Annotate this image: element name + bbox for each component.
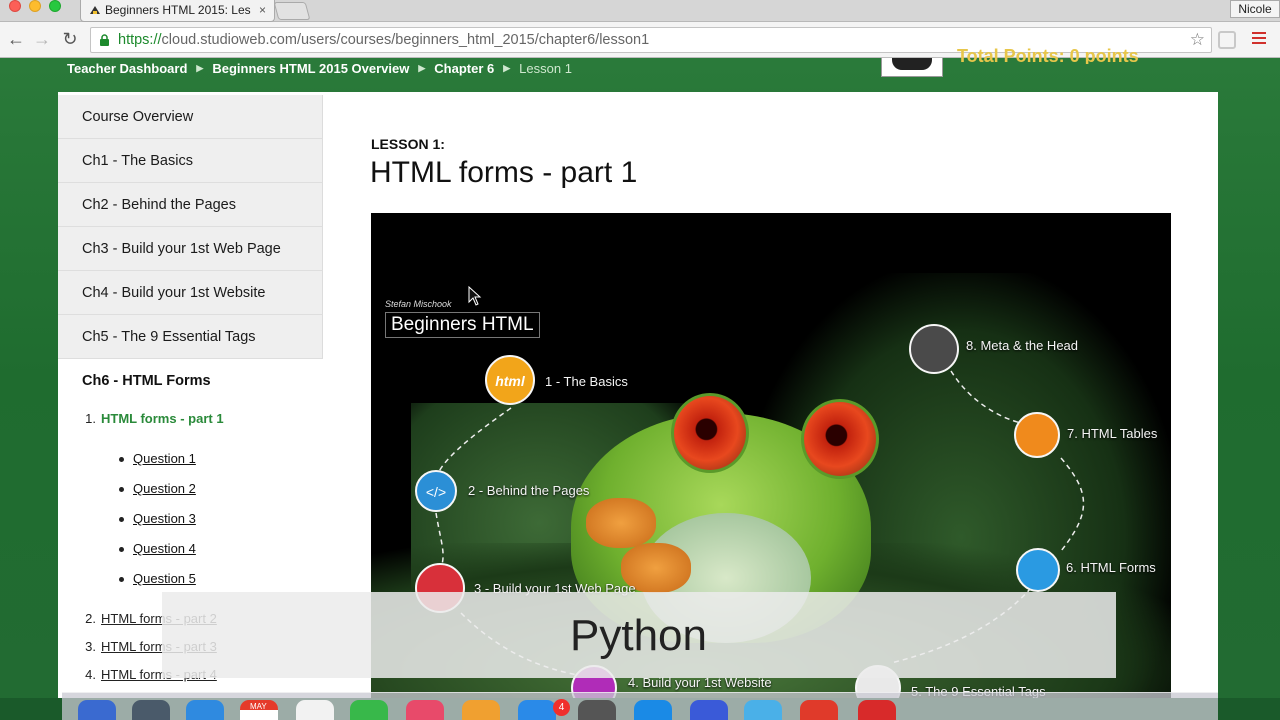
total-points: Total Points: 0 points	[957, 46, 1139, 64]
url-protocol: https://	[118, 32, 162, 48]
dock-app-icon[interactable]	[406, 700, 444, 720]
new-tab-button[interactable]	[273, 2, 311, 20]
stop-icon-basics: html	[485, 355, 535, 405]
browser-tab[interactable]: Beginners HTML 2015: Les ×	[80, 0, 275, 22]
dock-app-icon[interactable]	[296, 700, 334, 720]
breadcrumb-teacher-dashboard[interactable]: Teacher Dashboard	[67, 61, 187, 76]
extension-icon[interactable]	[1218, 31, 1236, 49]
breadcrumb-current: Lesson 1	[519, 61, 572, 76]
profile-button[interactable]: Nicole	[1230, 0, 1280, 18]
course-name: Beginners HTML	[385, 312, 540, 338]
course-brand: Stefan Mischook Beginners HTML	[385, 299, 540, 338]
forward-icon[interactable]: →	[32, 29, 52, 49]
avatar[interactable]	[881, 58, 943, 77]
chevron-right-icon: ▶	[503, 63, 511, 73]
bullet-icon	[119, 517, 124, 522]
lesson-number: 1.	[85, 411, 96, 426]
dock-app-icon[interactable]	[186, 700, 224, 720]
stop-label: 7. HTML Tables	[1067, 426, 1158, 441]
calendar-month-label: MAY	[250, 702, 267, 711]
dock-app-icon[interactable]	[78, 700, 116, 720]
tab-close-icon[interactable]: ×	[259, 3, 266, 17]
question-link-1[interactable]: Question 1	[133, 451, 196, 466]
stop-icon-forms	[1016, 548, 1060, 592]
lesson-link-1[interactable]: HTML forms - part 1	[101, 411, 224, 426]
reload-icon[interactable]: ↻	[60, 29, 80, 49]
star-icon[interactable]: ☆	[1190, 30, 1205, 50]
question-link-5[interactable]: Question 5	[133, 571, 196, 586]
question-link-2[interactable]: Question 2	[133, 481, 196, 496]
stop-label: 8. Meta & the Head	[966, 338, 1079, 353]
stop-label: 2 - Behind the Pages	[468, 483, 590, 498]
chevron-right-icon: ▶	[418, 63, 426, 73]
sidebar-item-ch4[interactable]: Ch4 - Build your 1st Website	[58, 271, 323, 315]
dock-app-icon[interactable]	[350, 700, 388, 720]
lesson-number: 2.	[85, 611, 96, 626]
question-link-3[interactable]: Question 3	[133, 511, 196, 526]
dock-app-icon[interactable]	[800, 700, 838, 720]
bullet-icon	[119, 487, 124, 492]
sidebar-item-ch1[interactable]: Ch1 - The Basics	[58, 139, 323, 183]
tab-title: Beginners HTML 2015: Les	[105, 3, 251, 17]
stop-label: 6. HTML Forms	[1066, 560, 1156, 575]
breadcrumb-chapter[interactable]: Chapter 6	[434, 61, 494, 76]
sidebar-item-ch5[interactable]: Ch5 - The 9 Essential Tags	[58, 315, 323, 359]
sidebar-item-ch2[interactable]: Ch2 - Behind the Pages	[58, 183, 323, 227]
bullet-icon	[119, 457, 124, 462]
lesson-number: 3.	[85, 639, 96, 654]
mouse-cursor-icon	[468, 286, 482, 306]
stop-glyph: </>	[425, 484, 447, 500]
chevron-right-icon: ▶	[196, 63, 204, 73]
sidebar-item-ch6-active[interactable]: Ch6 - HTML Forms	[58, 359, 323, 401]
course-author: Stefan Mischook	[385, 299, 452, 309]
back-icon[interactable]: ←	[6, 29, 26, 49]
dock-app-icon[interactable]	[690, 700, 728, 720]
page-title: HTML forms - part 1	[370, 156, 638, 189]
caption-text: Python	[570, 611, 707, 660]
url-path: cloud.studioweb.com/users/courses/beginn…	[161, 32, 650, 48]
sidebar-item-ch3[interactable]: Ch3 - Build your 1st Web Page	[58, 227, 323, 271]
bullet-icon	[119, 547, 124, 552]
dock-app-icon[interactable]	[132, 700, 170, 720]
bullet-icon	[119, 577, 124, 582]
stop-icon-tables	[1014, 412, 1060, 458]
stop-icon-behind: </>	[415, 470, 457, 512]
dock-app-icon[interactable]	[634, 700, 672, 720]
minimize-window-button[interactable]	[29, 0, 41, 12]
stop-glyph: html	[495, 373, 525, 389]
dock-app-icon[interactable]	[578, 700, 616, 720]
lock-icon	[100, 34, 109, 46]
zoom-window-button[interactable]	[49, 0, 61, 12]
dock-app-icon[interactable]	[858, 700, 896, 720]
chapter-sidebar: Course Overview Ch1 - The Basics Ch2 - B…	[58, 95, 323, 401]
favicon-icon	[90, 6, 100, 14]
stop-label: 1 - The Basics	[545, 374, 628, 389]
lesson-label: LESSON 1:	[371, 136, 445, 152]
breadcrumb: Teacher Dashboard ▶ Beginners HTML 2015 …	[67, 61, 572, 76]
dock-app-icon[interactable]	[462, 700, 500, 720]
notification-badge: 4	[553, 699, 570, 716]
lesson-number: 4.	[85, 667, 96, 682]
sidebar-item-course-overview[interactable]: Course Overview	[58, 95, 323, 139]
dock-app-icon[interactable]	[744, 700, 782, 720]
breadcrumb-course-overview[interactable]: Beginners HTML 2015 Overview	[212, 61, 409, 76]
question-link-4[interactable]: Question 4	[133, 541, 196, 556]
browser-tab-bar: Beginners HTML 2015: Les × Nicole	[0, 0, 1280, 22]
stop-icon-meta	[909, 324, 959, 374]
menu-icon[interactable]	[1252, 32, 1266, 46]
close-window-button[interactable]	[9, 0, 21, 12]
dock-app-icon[interactable]	[518, 700, 556, 720]
